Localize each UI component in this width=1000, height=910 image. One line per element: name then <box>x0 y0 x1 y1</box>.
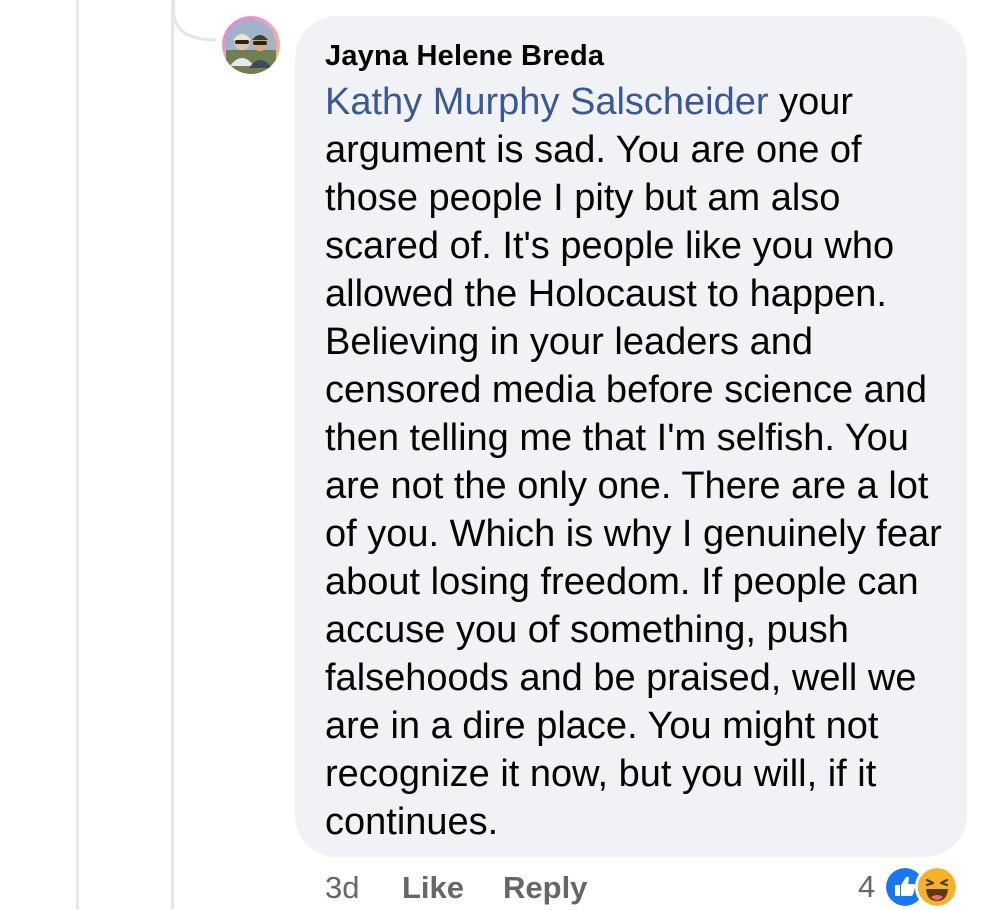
comment-body: your argument is sad. You are one of tho… <box>325 81 942 843</box>
thread-line-outer <box>76 0 79 909</box>
reaction-summary[interactable]: 4 <box>858 864 960 910</box>
mention-link[interactable]: Kathy Murphy Salscheider <box>325 81 769 123</box>
reply-button[interactable]: Reply <box>503 866 587 910</box>
comment-bubble: Jayna Helene Breda Kathy Murphy Salschei… <box>295 16 967 857</box>
comment-author[interactable]: Jayna Helene Breda <box>325 36 947 76</box>
comment-timestamp[interactable]: 3d <box>325 866 359 910</box>
avatar[interactable] <box>222 16 280 74</box>
reaction-count: 4 <box>858 869 876 904</box>
haha-reaction-icon <box>915 865 960 909</box>
thread-connector <box>172 0 217 42</box>
profile-photo <box>222 16 280 74</box>
like-button[interactable]: Like <box>402 866 464 910</box>
comment-text: Kathy Murphy Salscheider your argument i… <box>325 78 955 846</box>
thread-line-inner <box>171 0 174 909</box>
